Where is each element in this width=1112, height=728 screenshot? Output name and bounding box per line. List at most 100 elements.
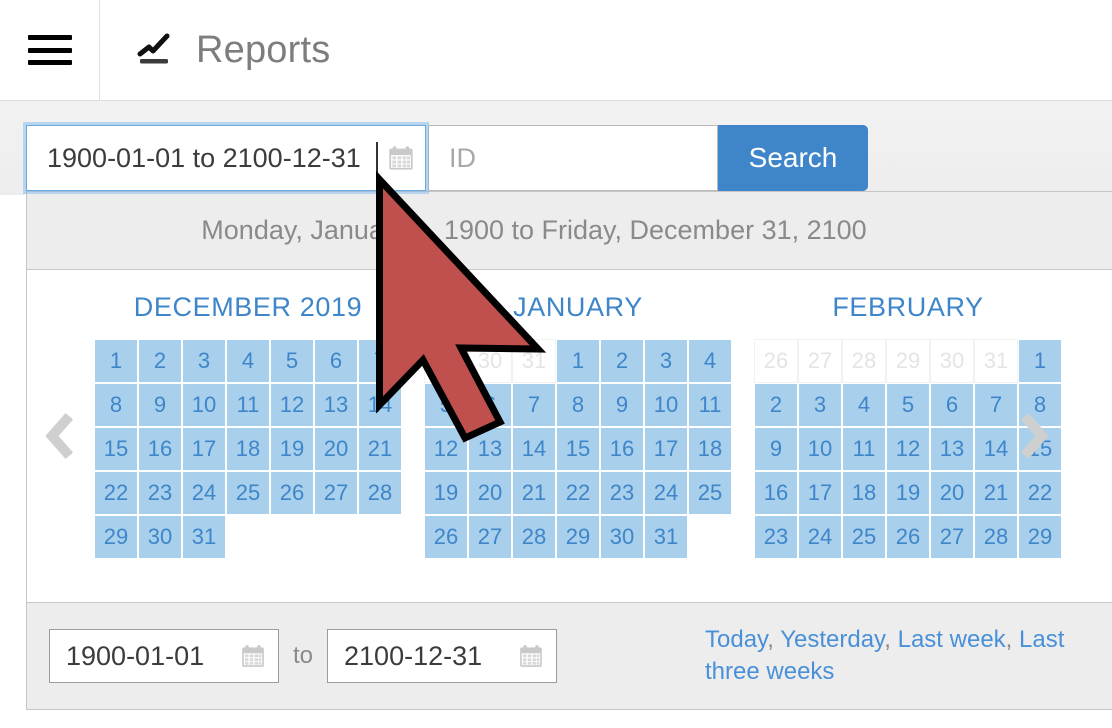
day-cell[interactable]: 22 <box>556 471 600 515</box>
calendar-icon[interactable] <box>518 643 544 669</box>
day-cell[interactable]: 5 <box>886 383 930 427</box>
day-cell[interactable]: 26 <box>754 339 798 383</box>
day-cell[interactable]: 18 <box>842 471 886 515</box>
day-cell[interactable]: 26 <box>424 515 468 559</box>
day-cell[interactable]: 29 <box>556 515 600 559</box>
day-cell[interactable]: 6 <box>314 339 358 383</box>
day-cell[interactable]: 29 <box>886 339 930 383</box>
calendar-icon[interactable] <box>240 643 266 669</box>
day-cell[interactable]: 13 <box>930 427 974 471</box>
day-cell[interactable]: 18 <box>688 427 732 471</box>
day-cell[interactable]: 10 <box>644 383 688 427</box>
day-cell[interactable]: 29 <box>94 515 138 559</box>
day-cell[interactable]: 9 <box>600 383 644 427</box>
day-cell[interactable]: 25 <box>842 515 886 559</box>
day-cell[interactable]: 23 <box>754 515 798 559</box>
day-cell[interactable]: 19 <box>270 427 314 471</box>
day-cell[interactable]: 2 <box>138 339 182 383</box>
day-cell[interactable]: 17 <box>182 427 226 471</box>
day-cell[interactable]: 31 <box>512 339 556 383</box>
day-cell[interactable]: 19 <box>886 471 930 515</box>
day-cell[interactable]: 4 <box>226 339 270 383</box>
day-cell[interactable]: 3 <box>644 339 688 383</box>
day-cell[interactable]: 9 <box>138 383 182 427</box>
day-cell[interactable]: 30 <box>468 339 512 383</box>
day-cell[interactable]: 16 <box>138 427 182 471</box>
day-cell[interactable]: 27 <box>798 339 842 383</box>
id-input[interactable]: ID <box>428 125 718 191</box>
day-cell[interactable]: 9 <box>754 427 798 471</box>
day-cell[interactable]: 26 <box>270 471 314 515</box>
day-cell[interactable]: 22 <box>94 471 138 515</box>
day-cell[interactable]: 16 <box>754 471 798 515</box>
day-cell[interactable]: 14 <box>512 427 556 471</box>
day-cell[interactable]: 21 <box>512 471 556 515</box>
day-cell[interactable]: 11 <box>842 427 886 471</box>
day-cell[interactable]: 4 <box>842 383 886 427</box>
day-cell[interactable]: 15 <box>94 427 138 471</box>
day-cell[interactable]: 18 <box>226 427 270 471</box>
day-cell[interactable]: 25 <box>688 471 732 515</box>
day-cell[interactable]: 25 <box>226 471 270 515</box>
day-cell[interactable]: 13 <box>468 427 512 471</box>
day-cell[interactable]: 6 <box>468 383 512 427</box>
day-cell[interactable]: 21 <box>358 427 402 471</box>
day-cell[interactable]: 27 <box>930 515 974 559</box>
day-cell[interactable]: 24 <box>644 471 688 515</box>
calendar-icon[interactable] <box>387 144 415 172</box>
day-cell[interactable]: 1 <box>94 339 138 383</box>
day-cell[interactable]: 19 <box>424 471 468 515</box>
day-cell[interactable]: 8 <box>556 383 600 427</box>
day-cell[interactable]: 28 <box>358 471 402 515</box>
day-cell[interactable]: 12 <box>270 383 314 427</box>
day-cell[interactable]: 7 <box>358 339 402 383</box>
day-cell[interactable]: 8 <box>94 383 138 427</box>
day-cell[interactable]: 17 <box>644 427 688 471</box>
hamburger-menu-button[interactable] <box>0 0 100 101</box>
day-cell[interactable]: 31 <box>182 515 226 559</box>
day-cell[interactable]: 28 <box>842 339 886 383</box>
day-cell[interactable]: 11 <box>226 383 270 427</box>
day-cell[interactable]: 30 <box>600 515 644 559</box>
day-cell[interactable]: 2 <box>754 383 798 427</box>
day-cell[interactable]: 24 <box>182 471 226 515</box>
day-cell[interactable]: 28 <box>512 515 556 559</box>
day-cell[interactable]: 11 <box>688 383 732 427</box>
day-cell[interactable]: 5 <box>270 339 314 383</box>
day-cell[interactable]: 24 <box>798 515 842 559</box>
quick-link-last-week[interactable]: Last week <box>898 626 1006 653</box>
day-cell[interactable]: 27 <box>314 471 358 515</box>
day-cell[interactable]: 3 <box>798 383 842 427</box>
day-cell[interactable]: 6 <box>930 383 974 427</box>
date-range-input[interactable]: 1900-01-01 to 2100-12-31 <box>26 125 426 191</box>
day-cell[interactable]: 15 <box>556 427 600 471</box>
day-cell[interactable]: 29 <box>424 339 468 383</box>
day-cell[interactable]: 20 <box>930 471 974 515</box>
day-cell[interactable]: 16 <box>600 427 644 471</box>
day-cell[interactable]: 3 <box>182 339 226 383</box>
end-date-input[interactable]: 2100-12-31 <box>327 629 558 683</box>
search-button[interactable]: Search <box>718 125 868 191</box>
day-cell[interactable]: 30 <box>930 339 974 383</box>
quick-link-today[interactable]: Today <box>705 626 767 653</box>
day-cell[interactable]: 17 <box>798 471 842 515</box>
day-cell[interactable]: 12 <box>424 427 468 471</box>
day-cell[interactable]: 13 <box>314 383 358 427</box>
day-cell[interactable]: 5 <box>424 383 468 427</box>
prev-month-button[interactable] <box>27 270 89 602</box>
day-cell[interactable]: 10 <box>182 383 226 427</box>
day-cell[interactable]: 26 <box>886 515 930 559</box>
day-cell[interactable]: 31 <box>644 515 688 559</box>
day-cell[interactable]: 12 <box>886 427 930 471</box>
quick-link-yesterday[interactable]: Yesterday <box>780 626 884 653</box>
day-cell[interactable]: 4 <box>688 339 732 383</box>
day-cell[interactable]: 10 <box>798 427 842 471</box>
day-cell[interactable]: 20 <box>314 427 358 471</box>
day-cell[interactable]: 7 <box>512 383 556 427</box>
day-cell[interactable]: 30 <box>138 515 182 559</box>
day-cell[interactable]: 23 <box>600 471 644 515</box>
day-cell[interactable]: 27 <box>468 515 512 559</box>
day-cell[interactable]: 2 <box>600 339 644 383</box>
day-cell[interactable]: 23 <box>138 471 182 515</box>
day-cell[interactable]: 1 <box>556 339 600 383</box>
